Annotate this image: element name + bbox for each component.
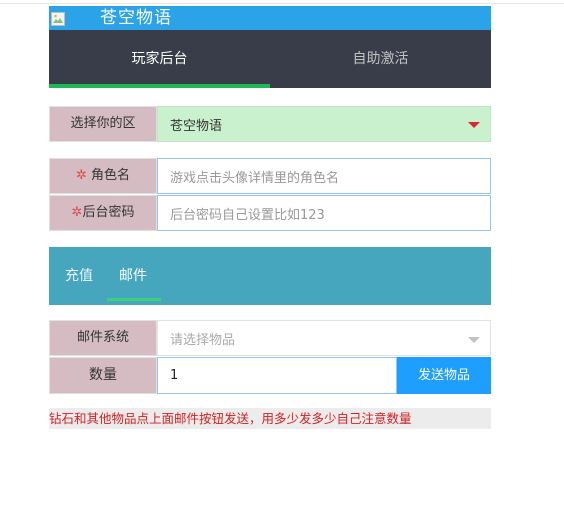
broken-image-icon (51, 12, 65, 26)
tab-self-activation[interactable]: 自助激活 (270, 30, 491, 88)
required-star-icon: ✲ (71, 205, 83, 220)
required-star-icon: ✲ (76, 168, 87, 183)
tab-recharge[interactable]: 充值 (65, 247, 93, 305)
site-title: 苍空物语 (100, 8, 172, 28)
role-name-input[interactable]: 游戏点击头像详情里的角色名 (157, 158, 491, 194)
password-input[interactable]: 后台密码自己设置比如123 (157, 195, 491, 231)
top-divider (0, 3, 564, 4)
zone-label: 选择你的区 (49, 106, 157, 142)
usage-note: 钻石和其他物品点上面邮件按钮发送，用多少发多少自己注意数量 (49, 408, 491, 429)
quantity-input[interactable]: 1 (157, 357, 397, 394)
item-select-placeholder: 请选择物品 (170, 332, 236, 348)
password-label: ✲后台密码 (49, 195, 157, 231)
main-tabs: 玩家后台 自助激活 (49, 30, 491, 88)
active-panel-tab-indicator (107, 298, 161, 301)
tab-mail[interactable]: 邮件 (119, 247, 147, 305)
active-tab-indicator (49, 84, 270, 88)
password-row: ✲后台密码 后台密码自己设置比如123 (49, 195, 491, 231)
zone-selected-value: 苍空物语 (170, 118, 223, 134)
site-header: 苍空物语 (49, 6, 491, 30)
quantity-label: 数量 (49, 357, 157, 394)
dropdown-caret-icon (468, 122, 480, 128)
item-select[interactable]: 请选择物品 (157, 320, 491, 356)
zone-select-row: 选择你的区 苍空物语 (49, 106, 491, 142)
send-items-button[interactable]: 发送物品 (397, 357, 491, 394)
role-name-row: ✲ 角色名 游戏点击头像详情里的角色名 (49, 158, 491, 194)
chevron-down-icon (468, 337, 480, 343)
mail-system-label: 邮件系统 (49, 320, 157, 356)
quantity-row: 数量 1 发送物品 (49, 357, 491, 394)
tab-player-backend[interactable]: 玩家后台 (49, 30, 270, 88)
action-panel-tabs: 充值 邮件 (49, 247, 491, 305)
mail-system-row: 邮件系统 请选择物品 (49, 320, 491, 356)
role-name-label: ✲ 角色名 (49, 158, 157, 194)
zone-select[interactable]: 苍空物语 (157, 106, 491, 142)
